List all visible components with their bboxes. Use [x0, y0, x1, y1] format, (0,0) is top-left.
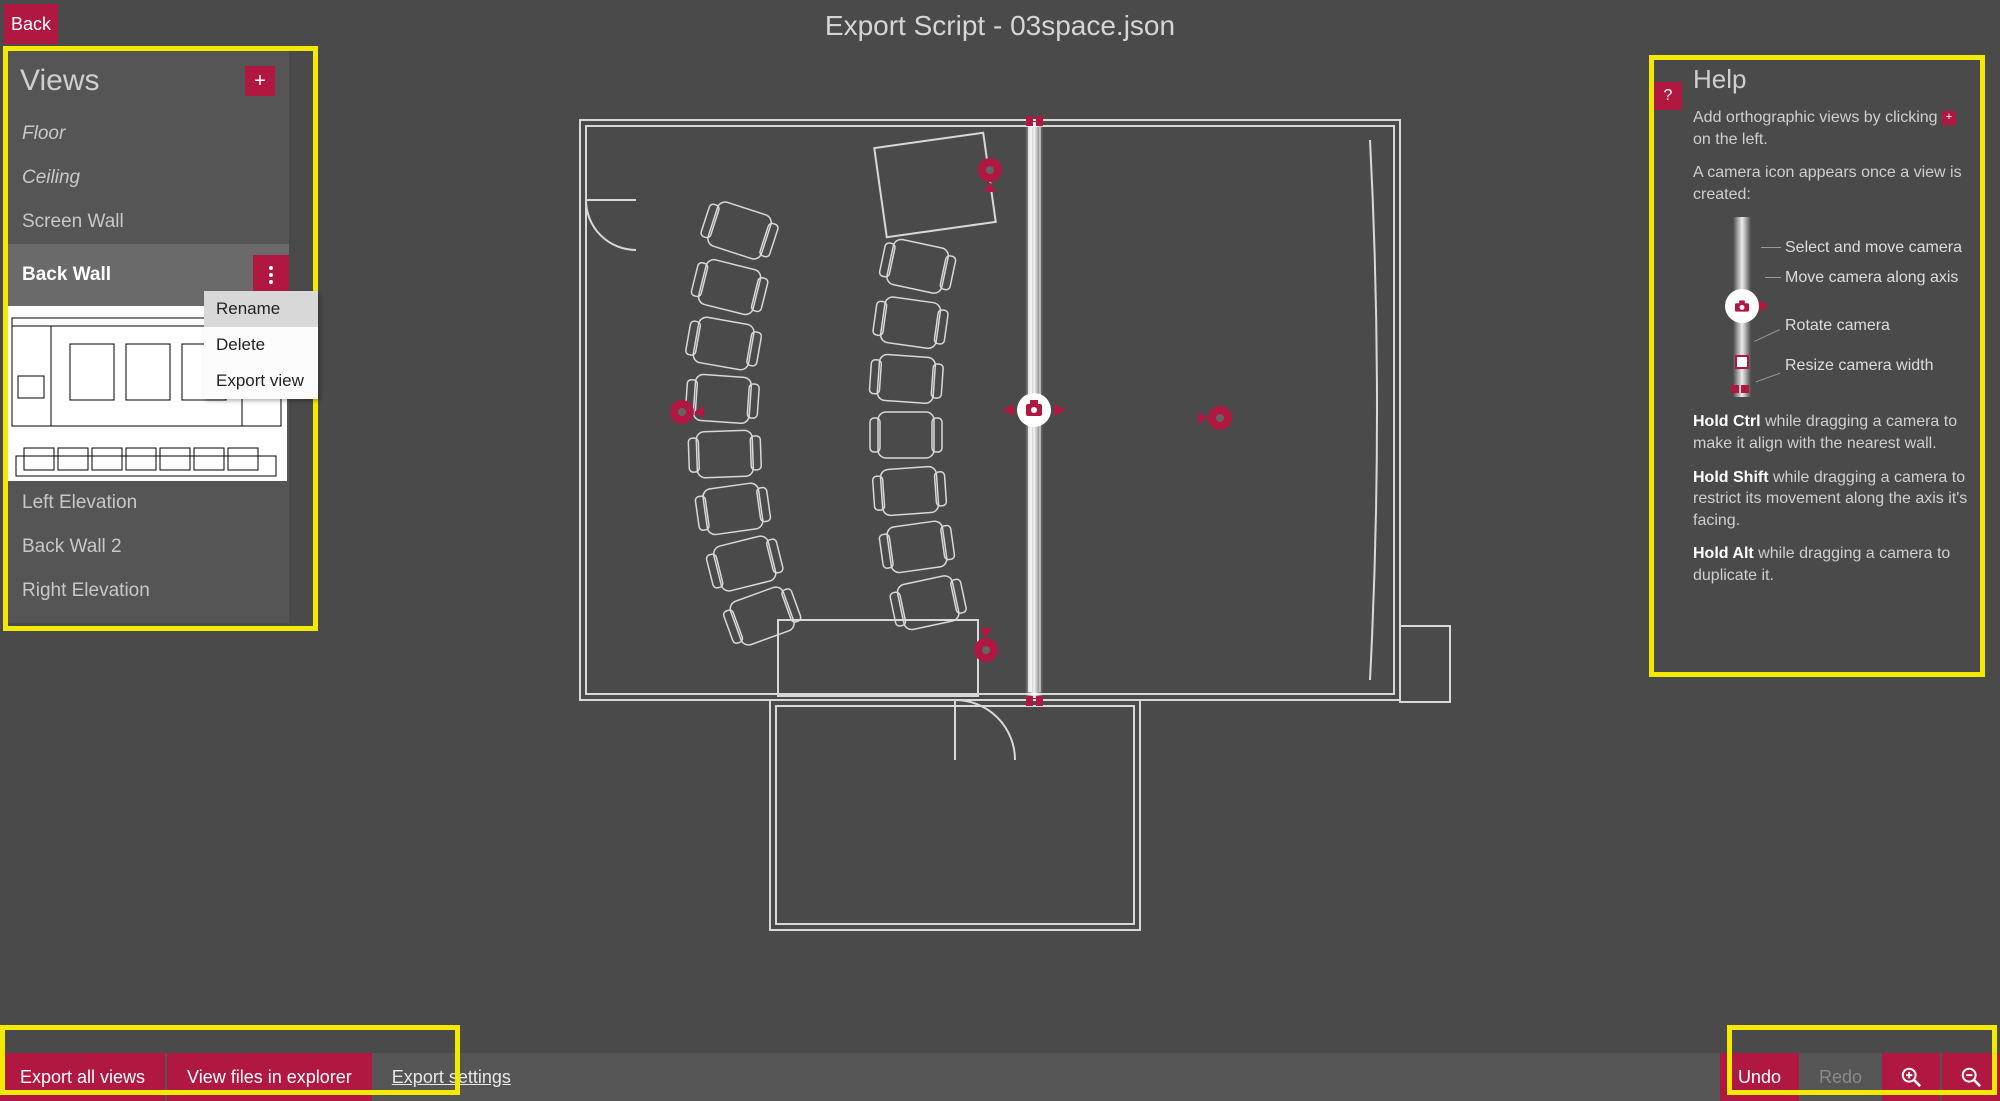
help-tip-ctrl: Hold Ctrl while dragging a camera to mak…	[1693, 411, 1973, 454]
view-item-screen-wall[interactable]: Screen Wall	[6, 200, 289, 244]
help-tip-alt: Hold Alt while dragging a camera to dupl…	[1693, 543, 1973, 586]
zoom-out-icon	[1960, 1066, 1982, 1088]
floorplan-canvas[interactable]	[350, 60, 1630, 960]
help-title: Help	[1693, 64, 1973, 95]
camera-icon	[1725, 289, 1759, 323]
plus-icon: +	[1942, 111, 1956, 125]
help-label-resize: Resize camera width	[1785, 357, 1934, 375]
zoom-in-button[interactable]	[1882, 1053, 1940, 1101]
view-item-left-elevation[interactable]: Left Elevation	[6, 481, 289, 525]
context-menu: Rename Delete Export view	[204, 291, 318, 399]
help-p2: A camera icon appears once a view is cre…	[1693, 162, 1973, 205]
view-files-in-explorer-button[interactable]: View files in explorer	[167, 1053, 372, 1101]
redo-button: Redo	[1801, 1053, 1880, 1101]
more-button[interactable]	[253, 255, 289, 295]
views-header: Views +	[6, 50, 289, 112]
export-all-views-button[interactable]: Export all views	[0, 1053, 165, 1101]
context-menu-export-view[interactable]: Export view	[204, 363, 318, 399]
resize-handle-icon	[1731, 385, 1753, 393]
zoom-out-button[interactable]	[1942, 1053, 2000, 1101]
help-label-select: Select and move camera	[1785, 239, 1962, 257]
help-tip-shift: Hold Shift while dragging a camera to re…	[1693, 467, 1973, 532]
context-menu-rename[interactable]: Rename	[204, 291, 318, 327]
help-label-rotate: Rotate camera	[1785, 317, 1890, 335]
help-panel: Help Add orthographic views by clicking …	[1693, 64, 1973, 599]
view-item-right-elevation[interactable]: Right Elevation	[6, 569, 289, 613]
help-toggle-button[interactable]: ?	[1654, 82, 1682, 110]
view-item-ceiling[interactable]: Ceiling	[6, 156, 289, 200]
view-item-label: Back Wall	[22, 264, 111, 286]
view-item-back-wall-2[interactable]: Back Wall 2	[6, 525, 289, 569]
help-label-axis: Move camera along axis	[1785, 269, 1958, 287]
undo-button[interactable]: Undo	[1720, 1053, 1799, 1101]
camera-marker-selected	[1002, 393, 1066, 427]
zoom-in-icon	[1900, 1066, 1922, 1088]
bottom-bar-right: Undo Redo	[1720, 1053, 2000, 1101]
bottom-bar: Export all views View files in explorer …	[0, 1053, 2000, 1101]
rotate-handle-icon	[1735, 355, 1749, 369]
help-p1: Add orthographic views by clicking + on …	[1693, 107, 1973, 150]
dots-icon	[269, 266, 273, 270]
views-title: Views	[20, 64, 99, 98]
help-camera-diagram: Select and move camera Move camera along…	[1693, 217, 1953, 397]
context-menu-delete[interactable]: Delete	[204, 327, 318, 363]
page-title: Export Script - 03space.json	[0, 10, 2000, 42]
view-item-floor[interactable]: Floor	[6, 112, 289, 156]
add-view-button[interactable]: +	[245, 66, 275, 96]
export-settings-link[interactable]: Export settings	[372, 1053, 531, 1101]
